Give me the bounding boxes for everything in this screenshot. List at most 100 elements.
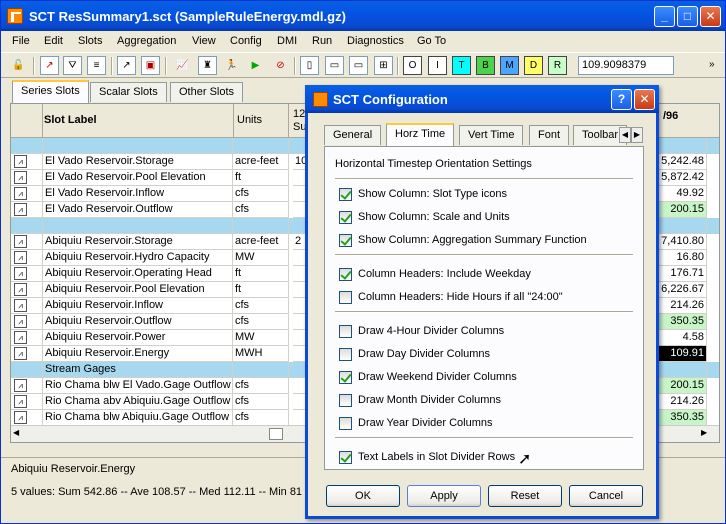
slot-label-cell[interactable]: Rio Chama abv Abiquiu.Gage Outflow [43, 394, 233, 410]
tabs-scroll-right-icon[interactable]: ▶ [631, 127, 643, 143]
filter-icon[interactable]: ⛛ [63, 56, 82, 75]
close-button[interactable]: ✕ [700, 6, 721, 27]
slot-label-cell[interactable]: Abiquiu Reservoir.Hydro Capacity [43, 250, 233, 266]
minimize-button[interactable]: _ [654, 6, 675, 27]
toolbar-separator [294, 57, 296, 75]
menu-diagnostics[interactable]: Diagnostics [347, 35, 404, 47]
menu-run[interactable]: Run [312, 35, 332, 47]
slot-label-cell[interactable] [43, 138, 233, 154]
scroll-right-icon[interactable]: ▶ [701, 428, 711, 440]
flag-r-button[interactable]: R [548, 56, 567, 75]
series-slot-icon: ⩘ [14, 171, 27, 184]
slot-label-cell[interactable]: El Vado Reservoir.Inflow [43, 186, 233, 202]
flag-m-button[interactable]: M [500, 56, 519, 75]
dialog-title-bar[interactable]: SCT Configuration ? ✕ [305, 85, 659, 113]
tab-horz-time[interactable]: Horz Time [386, 123, 455, 146]
menu-view[interactable]: View [192, 35, 216, 47]
slot-label-cell[interactable]: El Vado Reservoir.Pool Elevation [43, 170, 233, 186]
slot-edit-icon[interactable]: ↗ [40, 56, 59, 75]
flag-d-button[interactable]: D [524, 56, 543, 75]
checkbox[interactable] [339, 451, 352, 464]
title-bar[interactable]: SCT ResSummary1.sct (SampleRuleEnergy.md… [1, 1, 725, 31]
flag-b-button[interactable]: B [476, 56, 495, 75]
delete-window-icon[interactable]: ▣ [141, 56, 160, 75]
slot-label-cell[interactable]: El Vado Reservoir.Storage [43, 154, 233, 170]
tab-vert-time[interactable]: Vert Time [459, 125, 524, 145]
units-cell: MWH [233, 346, 289, 362]
robot-icon[interactable]: ♜ [198, 56, 217, 75]
scroll-left-icon[interactable]: ◀ [13, 428, 23, 440]
config-dialog: SCT Configuration ? ✕ General Horz Time … [305, 85, 659, 519]
slot-label-cell[interactable]: Abiquiu Reservoir.Energy [43, 346, 233, 362]
apply-button[interactable]: Apply [407, 485, 481, 507]
slot-label-cell[interactable]: Abiquiu Reservoir.Inflow [43, 298, 233, 314]
slot-type-cell: ⩘ [11, 186, 43, 202]
slot-label-cell[interactable]: El Vado Reservoir.Outflow [43, 202, 233, 218]
maximize-button[interactable]: □ [677, 6, 698, 27]
checkbox-label: Show Column: Slot Type icons [358, 188, 507, 200]
scroll-corner [269, 428, 283, 440]
open-window-icon[interactable]: ↗ [117, 56, 136, 75]
checkbox[interactable] [339, 417, 352, 430]
last-date-header[interactable]: /96 [663, 110, 678, 122]
flag-o-button[interactable]: O [403, 56, 422, 75]
tabs-scroll-left-icon[interactable]: ◀ [619, 127, 631, 143]
tab-font[interactable]: Font [529, 125, 570, 145]
menu-dmi[interactable]: DMI [277, 35, 297, 47]
slot-label-cell[interactable]: Rio Chama blw El Vado.Gage Outflow [43, 378, 233, 394]
checkbox[interactable] [339, 291, 352, 304]
checkbox[interactable] [339, 348, 352, 361]
column-bottom-icon[interactable]: ▭ [325, 56, 344, 75]
menu-slots[interactable]: Slots [78, 35, 102, 47]
menu-config[interactable]: Config [230, 35, 262, 47]
slot-label-header[interactable]: Slot Label [44, 114, 97, 126]
plot-icon[interactable]: 📈 [173, 56, 192, 75]
fit-icon[interactable]: ⊞ [374, 56, 393, 75]
help-button[interactable]: ? [611, 89, 632, 110]
checkbox[interactable] [339, 371, 352, 384]
checkbox[interactable] [339, 268, 352, 281]
ok-button[interactable]: OK [326, 485, 400, 507]
dialog-tabs: General Horz Time Vert Time Font Toolbar… [324, 123, 646, 147]
play-icon[interactable]: ▶ [246, 56, 265, 75]
reset-button[interactable]: Reset [488, 485, 562, 507]
column-right-icon[interactable]: ▭ [349, 56, 368, 75]
menu-edit[interactable]: Edit [44, 35, 63, 47]
flag-t-button[interactable]: T [452, 56, 471, 75]
slot-label-cell[interactable]: Abiquiu Reservoir.Operating Head [43, 266, 233, 282]
value-field[interactable]: 109.9098379 [578, 56, 674, 75]
checkbox[interactable] [339, 394, 352, 407]
tab-general[interactable]: General [324, 125, 382, 145]
list-icon[interactable]: ≡ [87, 56, 106, 75]
checkbox[interactable] [339, 234, 352, 247]
slot-label-cell[interactable]: Abiquiu Reservoir.Pool Elevation [43, 282, 233, 298]
divider [335, 311, 633, 313]
cancel-button[interactable]: Cancel [569, 485, 643, 507]
slot-label-cell[interactable] [43, 218, 233, 234]
checkbox-label: Column Headers: Include Weekday [358, 268, 531, 280]
units-header[interactable]: Units [233, 104, 289, 138]
checkbox[interactable] [339, 325, 352, 338]
menu-aggregation[interactable]: Aggregation [117, 35, 176, 47]
dialog-close-button[interactable]: ✕ [634, 89, 655, 110]
tab-other-slots[interactable]: Other Slots [170, 82, 244, 102]
tab-scalar-slots[interactable]: Scalar Slots [90, 82, 167, 102]
slot-label-cell[interactable]: Rio Chama blw Abiquiu.Gage Outflow [43, 410, 233, 426]
divider [335, 254, 633, 256]
flag-i-button[interactable]: I [428, 56, 447, 75]
toolbar-overflow-icon[interactable]: » [709, 59, 715, 70]
stop-icon[interactable]: ⊘ [271, 56, 290, 75]
slot-type-cell: ⩘ [11, 170, 43, 186]
menu-file[interactable]: File [12, 35, 30, 47]
slot-label-cell[interactable]: Abiquiu Reservoir.Outflow [43, 314, 233, 330]
column-left-icon[interactable]: ▯ [300, 56, 319, 75]
slot-label-cell[interactable]: Abiquiu Reservoir.Storage [43, 234, 233, 250]
checkbox[interactable] [339, 211, 352, 224]
slot-label-cell[interactable]: Stream Gages [43, 362, 233, 378]
run-man-icon[interactable]: 🏃 [222, 56, 241, 75]
slot-label-cell[interactable]: Abiquiu Reservoir.Power [43, 330, 233, 346]
tab-series-slots[interactable]: Series Slots [12, 80, 89, 103]
menu-goto[interactable]: Go To [417, 35, 446, 47]
lock-icon[interactable]: 🔓 [9, 56, 28, 75]
checkbox[interactable] [339, 188, 352, 201]
